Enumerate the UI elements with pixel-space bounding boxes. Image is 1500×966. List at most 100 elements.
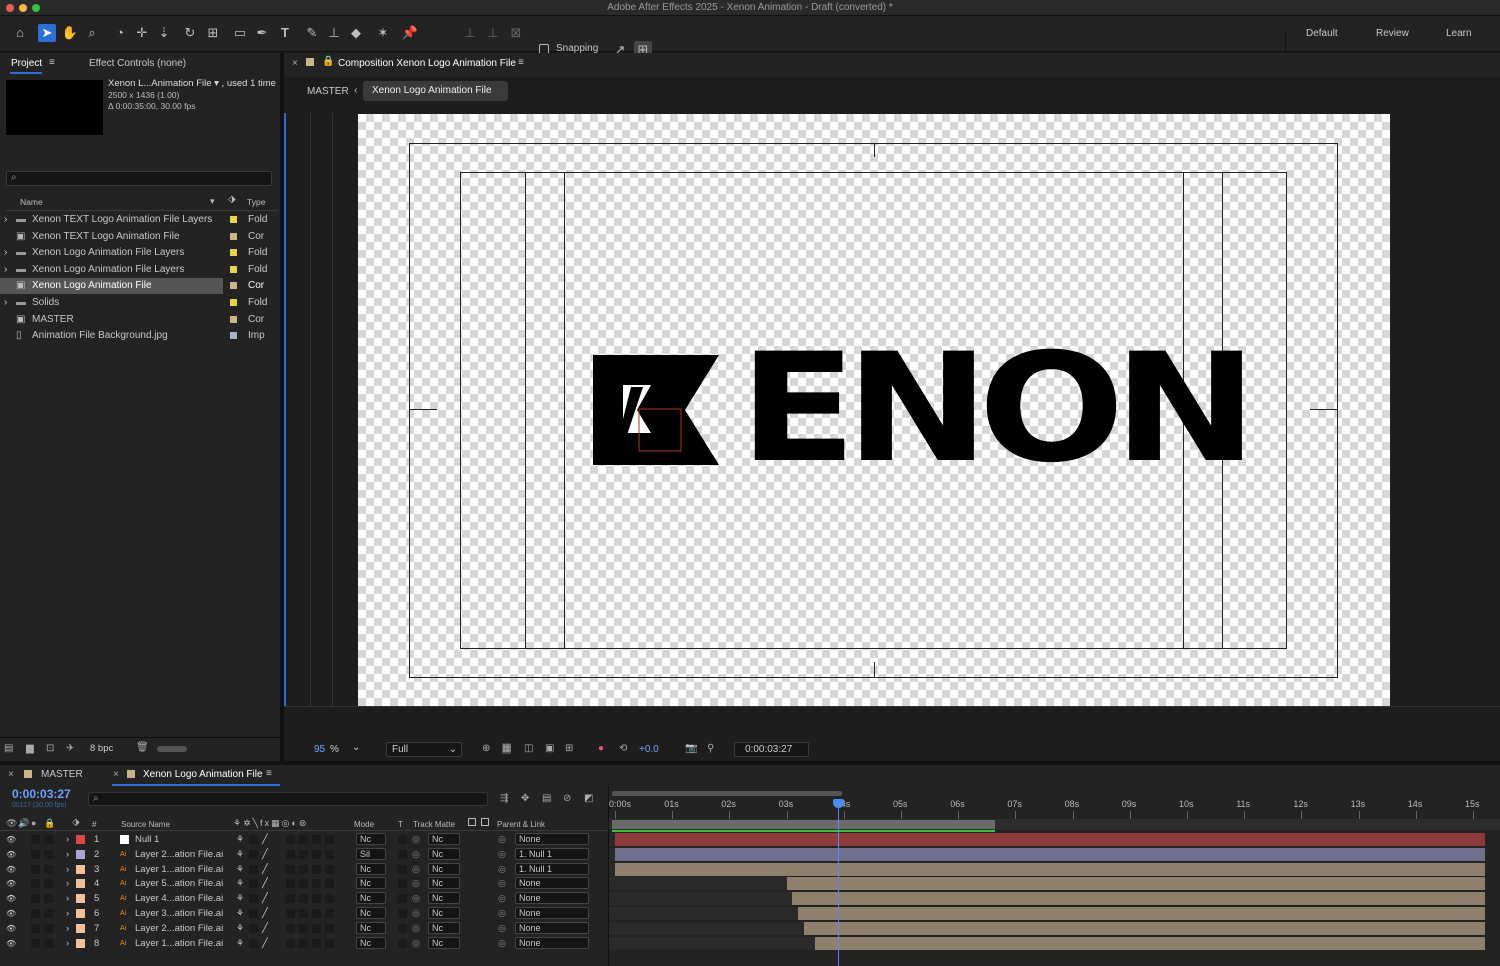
switch-toggle[interactable] [299,909,308,918]
rectangle-tool-icon[interactable]: ▭ [231,24,249,42]
expand-chevron-right-icon[interactable]: › [66,876,69,891]
dolly-camera-icon[interactable]: ⇣ [155,24,173,42]
switch-toggle[interactable] [286,849,295,859]
matte-link-icon[interactable]: ◎ [412,936,420,951]
layer-source-name[interactable]: Null 1 [135,832,159,847]
table-row[interactable]: 👁 › 8 Ai Layer 1...ation File.ai ⚘ ╱ Nc ◎ Nc ◎ None [0,936,608,951]
switch-toggle[interactable] [299,923,308,933]
preserve-transparency-toggle[interactable] [398,923,407,933]
transparency-grid-icon[interactable]: ▦ [502,743,512,754]
switch-toggle[interactable] [325,938,334,948]
preserve-transparency-toggle[interactable] [398,864,407,874]
parent-pick-whip-icon[interactable]: ◎ [498,936,506,951]
layer-search-input[interactable]: ⌕ [88,792,488,806]
switch-toggle[interactable] [299,879,308,889]
track-matte-select[interactable]: Nc [428,936,460,949]
visibility-eye-icon[interactable]: 👁 [6,921,16,936]
parent-select[interactable]: None [515,833,589,845]
column-name[interactable]: Name [20,197,43,207]
switch-toggle[interactable] [299,938,308,948]
switch-toggle[interactable] [312,849,321,859]
switch-toggle[interactable] [325,849,334,859]
switch-toggle[interactable] [325,879,334,889]
switch-toggle[interactable] [325,894,334,904]
exposure-value[interactable]: +0.0 [639,744,659,755]
pan-camera-icon[interactable]: ✛ [133,24,151,42]
trash-icon[interactable]: 🗑 [136,742,149,753]
current-time-display[interactable]: 0:00:03:27 [734,742,809,757]
parent-select[interactable]: None [515,936,589,949]
collapse-switch[interactable] [249,909,258,918]
table-row[interactable]: 👁 › 6 Ai Layer 3...ation File.ai ⚘ ╱ Nc ◎ Nc ◎ None [0,906,608,921]
collapse-switch[interactable] [249,835,258,844]
table-row[interactable]: 👁 › 5 Ai Layer 4...ation File.ai ⚘ ╱ Nc ◎ Nc ◎ None [0,891,608,906]
visibility-eye-icon[interactable]: 👁 [6,862,16,877]
lock-toggle[interactable] [44,923,53,933]
shy-switch-icon[interactable]: ⚘ [236,906,244,921]
channels-icon[interactable]: ● [598,743,604,754]
zoom-value[interactable]: 95 [314,744,325,755]
solo-toggle[interactable] [31,894,40,904]
track-matte-select[interactable]: Nc [428,877,460,890]
switch-toggle[interactable] [325,923,334,933]
expand-chevron-right-icon[interactable]: › [66,936,69,951]
collapse-switch[interactable] [249,894,258,904]
layer-duration-bar[interactable] [792,892,1485,906]
layer-duration-bar[interactable] [615,862,1485,876]
lock-toggle[interactable] [44,879,53,889]
layer-source-name[interactable]: Layer 3...ation File.ai [135,906,223,921]
brush-tool-icon[interactable]: ✎ [303,24,321,42]
collapse-switch[interactable] [249,923,258,933]
layer-source-name[interactable]: Layer 4...ation File.ai [135,891,223,906]
solo-toggle[interactable] [31,879,40,889]
label-color-swatch[interactable] [230,265,237,273]
label-color-swatch[interactable] [76,923,85,933]
layer-source-name[interactable]: Layer 1...ation File.ai [135,862,223,877]
quality-switch-icon[interactable]: ╱ [262,832,268,847]
switch-toggle[interactable] [312,909,321,918]
switch-toggle[interactable] [299,849,308,859]
preserve-transparency-toggle[interactable] [398,938,407,948]
layer-duration-bar[interactable] [615,833,1485,846]
track-matte-select[interactable]: Nc [428,907,460,919]
shy-switch-icon[interactable]: ⚘ [236,936,244,951]
view-axis-mode-icon[interactable]: ⊠ [507,24,525,42]
parent-select[interactable]: None [515,892,589,905]
parent-select[interactable]: None [515,877,589,890]
composition-tab-title[interactable]: Composition Xenon Logo Animation File [338,58,516,69]
time-navigator[interactable] [612,791,842,796]
switch-toggle[interactable] [325,835,334,844]
parent-pick-whip-icon[interactable]: ◎ [498,862,506,877]
parent-select[interactable]: None [515,921,589,934]
list-item[interactable]: ▣ Xenon Logo Animation File Cor [0,278,264,295]
parent-pick-whip-icon[interactable]: ◎ [498,832,506,847]
solo-toggle[interactable] [31,849,40,859]
label-color-swatch[interactable] [76,849,85,859]
matte-link-icon[interactable]: ◎ [412,862,420,877]
layer-duration-bar[interactable] [815,936,1485,950]
layer-duration-bar[interactable] [798,907,1485,920]
layer-source-name[interactable]: Layer 5...ation File.ai [135,876,223,891]
frame-blending-icon[interactable]: ⊘ [563,793,571,804]
label-color-swatch[interactable] [230,299,237,306]
switch-toggle[interactable] [312,938,321,948]
tab-effect-controls[interactable]: Effect Controls (none) [89,58,186,69]
anchor-point-tool-icon[interactable]: ⊞ [204,24,222,42]
shy-switch-icon[interactable]: ⚘ [236,847,244,862]
quality-switch-icon[interactable]: ╱ [262,891,268,906]
list-item[interactable]: › ▬ Xenon TEXT Logo Animation File Layers F… [0,212,280,228]
blend-mode-select[interactable]: Nc [356,862,386,875]
snapshot-camera-icon[interactable]: 📷 [685,743,697,754]
label-color-swatch[interactable] [230,249,237,257]
matte-link-icon[interactable]: ◎ [412,906,420,921]
shy-switch-icon[interactable]: ⚘ [236,876,244,891]
layer-duration-bar[interactable] [786,877,1485,891]
bit-depth-button[interactable]: 8 bpc [90,743,113,754]
expand-chevron-right-icon[interactable]: › [66,921,69,936]
zoom-chevron-down-icon[interactable]: ⌄ [352,742,360,753]
work-area-bar[interactable] [612,820,996,829]
panel-menu-icon[interactable]: ≡ [49,57,55,68]
source-name-header[interactable]: Source Name [121,820,170,829]
switch-toggle[interactable] [312,835,321,844]
close-timeline-tab-icon[interactable]: × [113,769,119,780]
